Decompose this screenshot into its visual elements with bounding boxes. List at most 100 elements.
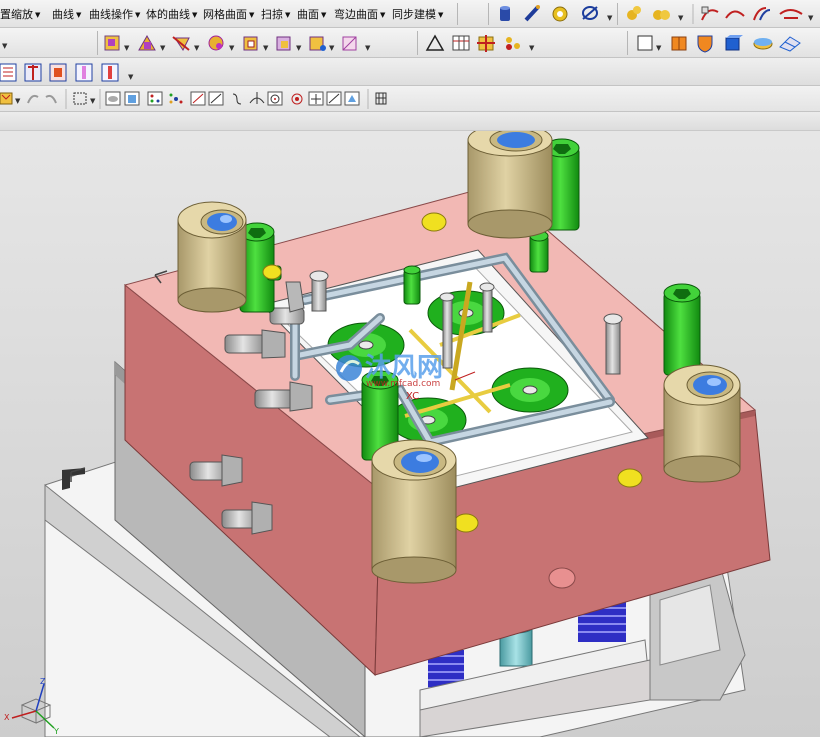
svg-text:▼: ▼ [160,44,166,52]
curve-edit-icon[interactable] [701,6,719,21]
gear-double-icon[interactable] [653,10,670,20]
snap-grid-icon[interactable] [169,93,183,104]
mesh-icon[interactable] [779,36,801,52]
triangle-icon[interactable] [425,34,445,51]
cube-edit-icon[interactable] [243,36,258,51]
menu-toolbar: 置缩放 ▼ 曲线 ▼ 曲线操作 ▼ 体的曲线 ▼ 网格曲面 ▼ 扫掠 ▼ 曲面 ▼ 弯边曲面 ▼… [0,0,820,28]
menu-curve[interactable]: 曲线 ▼ [52,6,81,22]
guide-bushing [467,123,553,239]
shield-icon[interactable] [697,35,713,53]
snap-curve-icon [27,94,39,104]
pin-icon[interactable] [75,63,93,82]
yellow-marker [617,468,643,488]
svg-text:▼: ▼ [90,97,96,105]
pyramid-icon[interactable] [138,34,156,51]
snap-point-icon[interactable] [308,91,324,106]
snap-on-curve-icon[interactable] [326,91,342,106]
svg-text:▼: ▼ [678,14,684,22]
curve-extend-icon[interactable] [779,9,803,19]
plane-icon[interactable] [637,35,653,51]
svg-text:▼: ▼ [229,44,235,52]
menu-body-curves[interactable]: 体的曲线 ▼ [146,6,197,22]
svg-text:▼: ▼ [656,44,662,52]
ejector-icon[interactable] [24,63,42,82]
svg-text:▼: ▼ [529,44,535,52]
snap-midpoint-icon[interactable] [208,91,224,106]
globe-icon[interactable] [582,6,598,20]
plus-grid-icon[interactable] [477,35,495,52]
guide-bushing [177,201,247,313]
cube-move-icon[interactable] [309,36,326,51]
graphics-viewport[interactable]: XC 沐风网 www.mfcad.com Z X Y [0,112,820,737]
socket-screw [309,270,329,312]
viewport-header-strip [0,112,820,131]
disk-icon[interactable] [753,38,773,50]
menu-flange-surface[interactable]: 弯边曲面 ▼ [334,6,385,22]
green-screw [663,283,701,376]
selection-toolbar: ▼ ▼ [0,86,820,112]
mold-toolbar: ▼ [0,58,820,86]
menu-mesh-surface[interactable]: 网格曲面 ▼ [203,6,254,22]
green-screw-small [529,230,549,273]
watermark-url: www.mfcad.com [366,379,440,389]
snap-face-icon[interactable] [344,91,360,106]
split-icon[interactable] [0,63,17,82]
guide-bushing [663,364,741,483]
snap-intersection-icon[interactable] [249,92,265,104]
socket-screw [603,313,623,375]
svg-text:▼: ▼ [15,97,21,105]
svg-text:▼: ▼ [124,44,130,52]
green-screw-small [403,265,421,305]
cube-add-icon[interactable] [276,36,291,51]
menu-sweep[interactable]: 扫掠 ▼ [261,6,290,22]
feature-toolbar: ▼ ▼ ▼ ▼ ▼ ▼ ▼ ▼ ▼ ▼ ▼ [0,28,820,58]
curve-bridge-icon[interactable] [725,10,745,19]
block-icon[interactable] [104,35,120,51]
svg-text:▼: ▼ [808,14,814,22]
cube-section-icon[interactable] [342,36,357,51]
snap-center-icon[interactable] [267,91,283,106]
line-tool-icon[interactable] [524,5,540,22]
snap-endpoint-icon[interactable] [190,91,206,106]
svg-text:▼: ▼ [329,44,335,52]
grid-table-icon[interactable] [452,35,470,51]
snap-points-icon[interactable] [147,91,163,106]
rotate-icon[interactable] [552,6,568,22]
svg-text:▼: ▼ [128,73,134,81]
yellow-marker [262,264,282,280]
svg-text:▼: ▼ [194,44,200,52]
cone-icon[interactable] [172,36,190,51]
menu-synchronous-modeling[interactable]: 同步建模 ▼ [392,6,443,22]
view-shaded-icon[interactable] [105,91,121,106]
cube-blue-icon[interactable] [725,35,743,51]
yellow-marker [421,212,447,232]
guide-bushing [371,439,457,584]
wcs-xc-label: XC [406,391,419,402]
axis-x-label: X [4,713,10,722]
menu-curve-operations[interactable]: 曲线操作 ▼ [89,6,140,22]
lifter-icon[interactable] [101,63,119,82]
filter-icon[interactable] [0,92,13,105]
curve-offset-icon[interactable] [753,7,771,21]
axis-z-label: Z [40,677,46,686]
axis-y-label: Y [53,727,59,736]
cavity-disc [491,367,569,413]
gear-group-icon[interactable] [627,6,641,20]
yellow-marker [453,513,479,533]
mold-assembly-model[interactable]: XC 沐风网 www.mfcad.com Z X Y [0,112,820,737]
slider-icon[interactable] [49,63,67,82]
cylinder-icon[interactable] [500,6,510,21]
snap-grid-toggle-icon[interactable] [375,92,387,105]
node-icon[interactable] [506,37,520,50]
box-orange-icon[interactable] [671,36,687,51]
sphere-icon[interactable] [208,35,224,51]
menu-surface[interactable]: 曲面 ▼ [297,6,326,22]
snap-line-icon [45,94,57,104]
svg-text:▼: ▼ [365,44,371,52]
select-box-icon[interactable] [73,92,87,105]
menu-view-zoom[interactable]: 置缩放 ▼ [0,6,40,22]
view-cube-icon[interactable] [124,91,140,106]
a-plate-front-hole [548,567,576,589]
snap-quadrant-icon[interactable] [291,93,303,105]
snap-tangent-icon[interactable] [232,93,242,105]
